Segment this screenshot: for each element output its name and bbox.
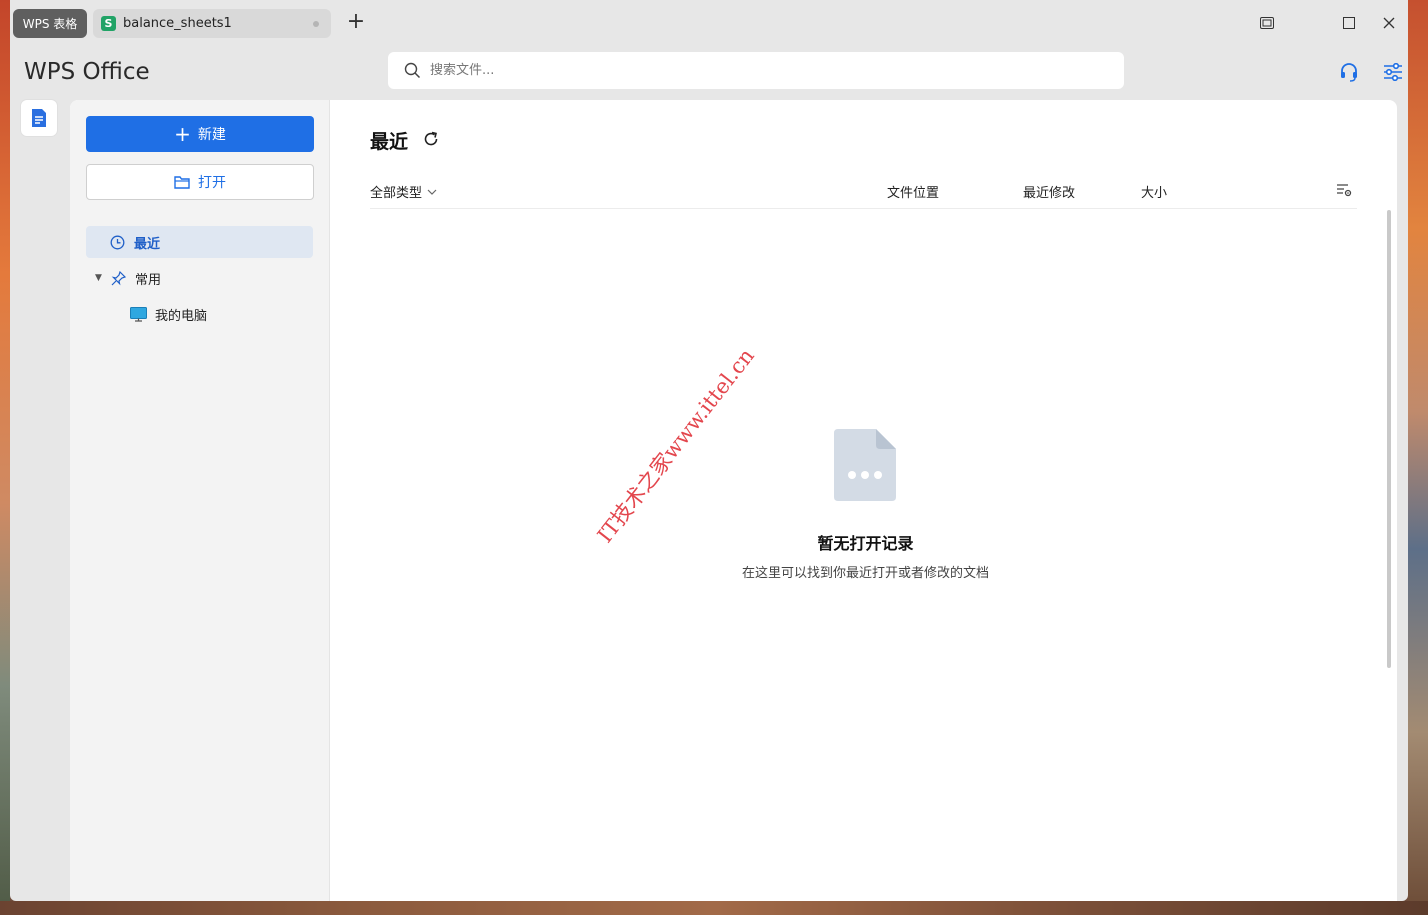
type-filter-dropdown[interactable]: 全部类型 bbox=[370, 182, 437, 201]
empty-file-icon bbox=[834, 429, 896, 501]
page-title: 最近 bbox=[370, 131, 409, 153]
tab-close-dot-icon[interactable] bbox=[313, 21, 319, 27]
title-bar: WPS 表格 S balance_sheets1 + bbox=[10, 0, 1408, 46]
restore-icon[interactable] bbox=[1256, 12, 1278, 34]
close-icon[interactable] bbox=[1378, 12, 1400, 34]
main-panel: 最近 全部类型 文件位置 最近修改 大小 暂无打开记录 在这里可以找到你最近打开… bbox=[330, 100, 1397, 901]
type-filter-label: 全部类型 bbox=[370, 186, 423, 201]
search-input[interactable] bbox=[428, 62, 1032, 79]
column-header-modified[interactable]: 最近修改 bbox=[1023, 182, 1075, 201]
desktop-wallpaper-left bbox=[0, 0, 10, 915]
open-button-label: 打开 bbox=[198, 175, 226, 191]
pin-icon bbox=[111, 270, 126, 285]
spreadsheet-icon: S bbox=[101, 16, 116, 31]
new-button[interactable]: + 新建 bbox=[86, 116, 314, 152]
plus-icon: + bbox=[174, 122, 191, 146]
column-settings-icon[interactable] bbox=[1336, 182, 1352, 198]
document-icon bbox=[32, 109, 46, 127]
empty-state-description: 在这里可以找到你最近打开或者修改的文档 bbox=[741, 566, 989, 581]
clock-icon bbox=[110, 235, 125, 249]
search-bar[interactable] bbox=[388, 52, 1124, 89]
sidebar: + 新建 打开 最近 ▼ 常用 我的电脑 bbox=[70, 100, 330, 901]
sidebar-item-recent[interactable]: 最近 bbox=[86, 226, 313, 258]
document-tab-label: balance_sheets1 bbox=[123, 16, 232, 31]
rail-documents-button[interactable] bbox=[21, 100, 57, 136]
app-home-tab[interactable]: WPS 表格 bbox=[13, 9, 87, 38]
new-button-label: 新建 bbox=[197, 127, 226, 143]
sidebar-item-label: 最近 bbox=[134, 236, 161, 252]
desktop-wallpaper-right bbox=[1408, 0, 1428, 915]
headset-icon[interactable] bbox=[1338, 61, 1360, 83]
monitor-icon bbox=[130, 306, 147, 322]
wps-window: WPS 表格 S balance_sheets1 + WPS Office 搜索… bbox=[10, 0, 1408, 901]
maximize-icon[interactable] bbox=[1338, 12, 1360, 34]
sidebar-item-my-computer[interactable]: 我的电脑 bbox=[86, 298, 313, 330]
settings-sliders-icon[interactable] bbox=[1382, 61, 1404, 83]
logo-text: WPS Office bbox=[24, 59, 150, 85]
wps-office-logo: WPS Office bbox=[24, 56, 164, 86]
empty-state-title: 暂无打开记录 bbox=[817, 534, 914, 553]
vertical-scrollbar[interactable] bbox=[1387, 210, 1391, 668]
sidebar-item-common[interactable]: ▼ 常用 bbox=[86, 262, 313, 294]
sidebar-item-label: 常用 bbox=[135, 272, 162, 288]
column-header-location[interactable]: 文件位置 bbox=[887, 182, 939, 201]
sidebar-item-label: 我的电脑 bbox=[155, 308, 208, 324]
search-icon bbox=[404, 62, 421, 79]
expand-caret-icon[interactable]: ▼ bbox=[95, 273, 105, 283]
header-divider bbox=[370, 208, 1357, 209]
refresh-icon[interactable] bbox=[422, 130, 440, 148]
folder-icon bbox=[174, 176, 190, 189]
desktop-wallpaper-bottom bbox=[0, 901, 1428, 915]
open-button[interactable]: 打开 bbox=[86, 164, 314, 200]
chevron-down-icon bbox=[427, 189, 437, 195]
content-card: + 新建 打开 最近 ▼ 常用 我的电脑 最近 全部类型 文件位置 最近修改 大… bbox=[70, 100, 1397, 901]
column-header-size[interactable]: 大小 bbox=[1141, 182, 1167, 201]
new-tab-button[interactable]: + bbox=[346, 11, 366, 34]
document-tab[interactable]: S balance_sheets1 bbox=[93, 9, 331, 38]
